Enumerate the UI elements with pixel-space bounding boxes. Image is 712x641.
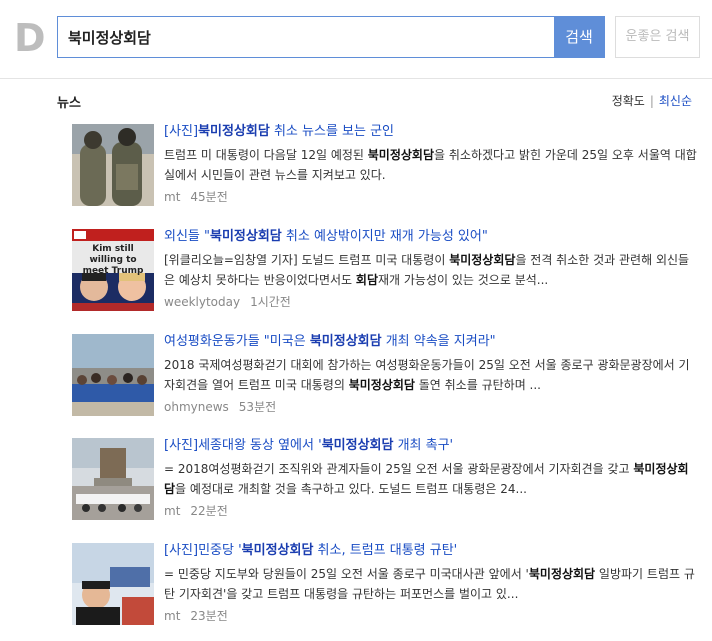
news-thumbnail[interactable]: [72, 543, 154, 625]
news-time: 22분전: [190, 504, 228, 518]
news-thumbnail[interactable]: Kim still willing to meet Trump: [72, 229, 154, 311]
sort-latest[interactable]: 최신순: [659, 94, 692, 108]
news-item: 여성평화운동가들 "미국은 북미정상회담 개최 약속을 지켜라" 2018 국제…: [72, 334, 702, 426]
news-item: [사진]세종대왕 동상 옆에서 '북미정상회담 개최 촉구' = 2018여성평…: [72, 438, 702, 530]
search-input[interactable]: [58, 17, 554, 57]
sort-accuracy[interactable]: 정확도: [612, 94, 645, 108]
sort-options: 정확도 | 최신순: [611, 94, 692, 108]
news-description: [위클리오늘=임창열 기자] 도널드 트럼프 미국 대통령이 북미정상회담을 전…: [164, 253, 690, 287]
news-thumbnail[interactable]: [72, 124, 154, 206]
news-description: = 2018여성평화걷기 조직위와 관계자들이 25일 오전 서울 광화문광장에…: [164, 462, 689, 496]
lucky-search-button[interactable]: 운좋은 검색: [615, 16, 700, 58]
search-box: 검색: [57, 16, 605, 58]
news-meta: weeklytoday 1시간전: [164, 293, 699, 310]
news-description: 트럼프 미 대통령이 다음달 12일 예정된 북미정상회담을 취소하겠다고 밝힌…: [164, 148, 697, 182]
news-source[interactable]: mt: [164, 504, 180, 518]
news-item: [사진]민중당 '북미정상회담 취소, 트럼프 대통령 규탄' = 민중당 지도…: [72, 543, 702, 635]
news-meta: ohmynews 53분전: [164, 398, 699, 415]
news-meta: mt 22분전: [164, 502, 699, 519]
news-thumbnail[interactable]: [72, 438, 154, 520]
news-time: 23분전: [190, 609, 228, 623]
news-time: 53분전: [238, 400, 277, 414]
news-title[interactable]: [사진]민중당 '북미정상회담 취소, 트럼프 대통령 규탄': [164, 543, 699, 559]
news-item: Kim still willing to meet Trump 외신들 "북미정…: [72, 229, 702, 321]
daum-logo[interactable]: D: [14, 18, 46, 58]
news-source[interactable]: mt: [164, 190, 180, 204]
news-source[interactable]: weeklytoday: [164, 295, 240, 309]
news-meta: mt 23분전: [164, 607, 699, 624]
news-meta: mt 45분전: [164, 188, 699, 205]
news-time: 45분전: [190, 190, 228, 204]
section-title: 뉴스: [57, 96, 81, 111]
news-title[interactable]: [사진]세종대왕 동상 옆에서 '북미정상회담 개최 촉구': [164, 438, 699, 454]
thumb-caption: Kim still willing to meet Trump: [82, 244, 144, 276]
news-title[interactable]: [사진]북미정상회담 취소 뉴스를 보는 군인: [164, 124, 699, 140]
news-description: 2018 국제여성평화걷기 대회에 참가하는 여성평화운동가들이 25일 오전 …: [164, 358, 690, 392]
news-thumbnail[interactable]: [72, 334, 154, 416]
news-description: = 민중당 지도부와 당원들이 25일 오전 서울 종로구 미국대사관 앞에서 …: [164, 567, 695, 601]
top-bar: D 검색 운좋은 검색: [0, 0, 712, 79]
news-title[interactable]: 외신들 "북미정상회담 취소 예상밖이지만 재개 가능성 있어": [164, 229, 699, 245]
news-source[interactable]: ohmynews: [164, 400, 229, 414]
news-item: [사진]북미정상회담 취소 뉴스를 보는 군인 트럼프 미 대통령이 다음달 1…: [72, 124, 702, 216]
search-button[interactable]: 검색: [554, 17, 604, 57]
news-source[interactable]: mt: [164, 609, 180, 623]
news-title[interactable]: 여성평화운동가들 "미국은 북미정상회담 개최 약속을 지켜라": [164, 334, 699, 350]
news-time: 1시간전: [250, 295, 291, 309]
